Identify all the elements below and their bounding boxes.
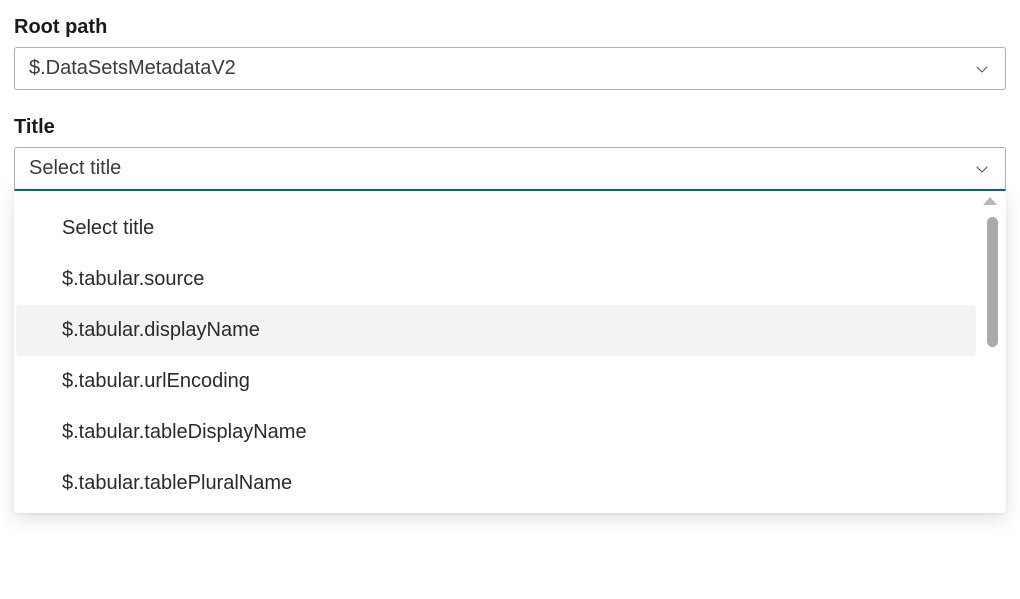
dropdown-option[interactable]: $.tabular.tablePluralName — [16, 458, 976, 509]
chevron-down-icon — [973, 60, 991, 78]
title-field: Title Select title Select title $.tabula… — [14, 116, 1006, 513]
dropdown-option[interactable]: $.tabular.displayName — [16, 305, 976, 356]
dropdown-option[interactable]: $.tabular.source — [16, 254, 976, 305]
root-path-select[interactable]: $.DataSetsMetadataV2 — [14, 47, 1006, 90]
title-dropdown: Select title $.tabular.source $.tabular.… — [14, 191, 1006, 513]
root-path-field: Root path $.DataSetsMetadataV2 — [14, 16, 1006, 90]
dropdown-option[interactable]: $.tabular.urlEncoding — [16, 356, 976, 407]
dropdown-option[interactable]: Select title — [16, 203, 976, 254]
title-placeholder: Select title — [29, 157, 121, 180]
chevron-down-icon — [973, 160, 991, 178]
dropdown-option[interactable]: $.tabular.tableDisplayName — [16, 407, 976, 458]
root-path-label: Root path — [14, 16, 1006, 39]
title-select[interactable]: Select title — [14, 147, 1006, 191]
dropdown-options-container: Select title $.tabular.source $.tabular.… — [14, 203, 1006, 509]
root-path-value: $.DataSetsMetadataV2 — [29, 57, 236, 80]
title-label: Title — [14, 116, 1006, 139]
